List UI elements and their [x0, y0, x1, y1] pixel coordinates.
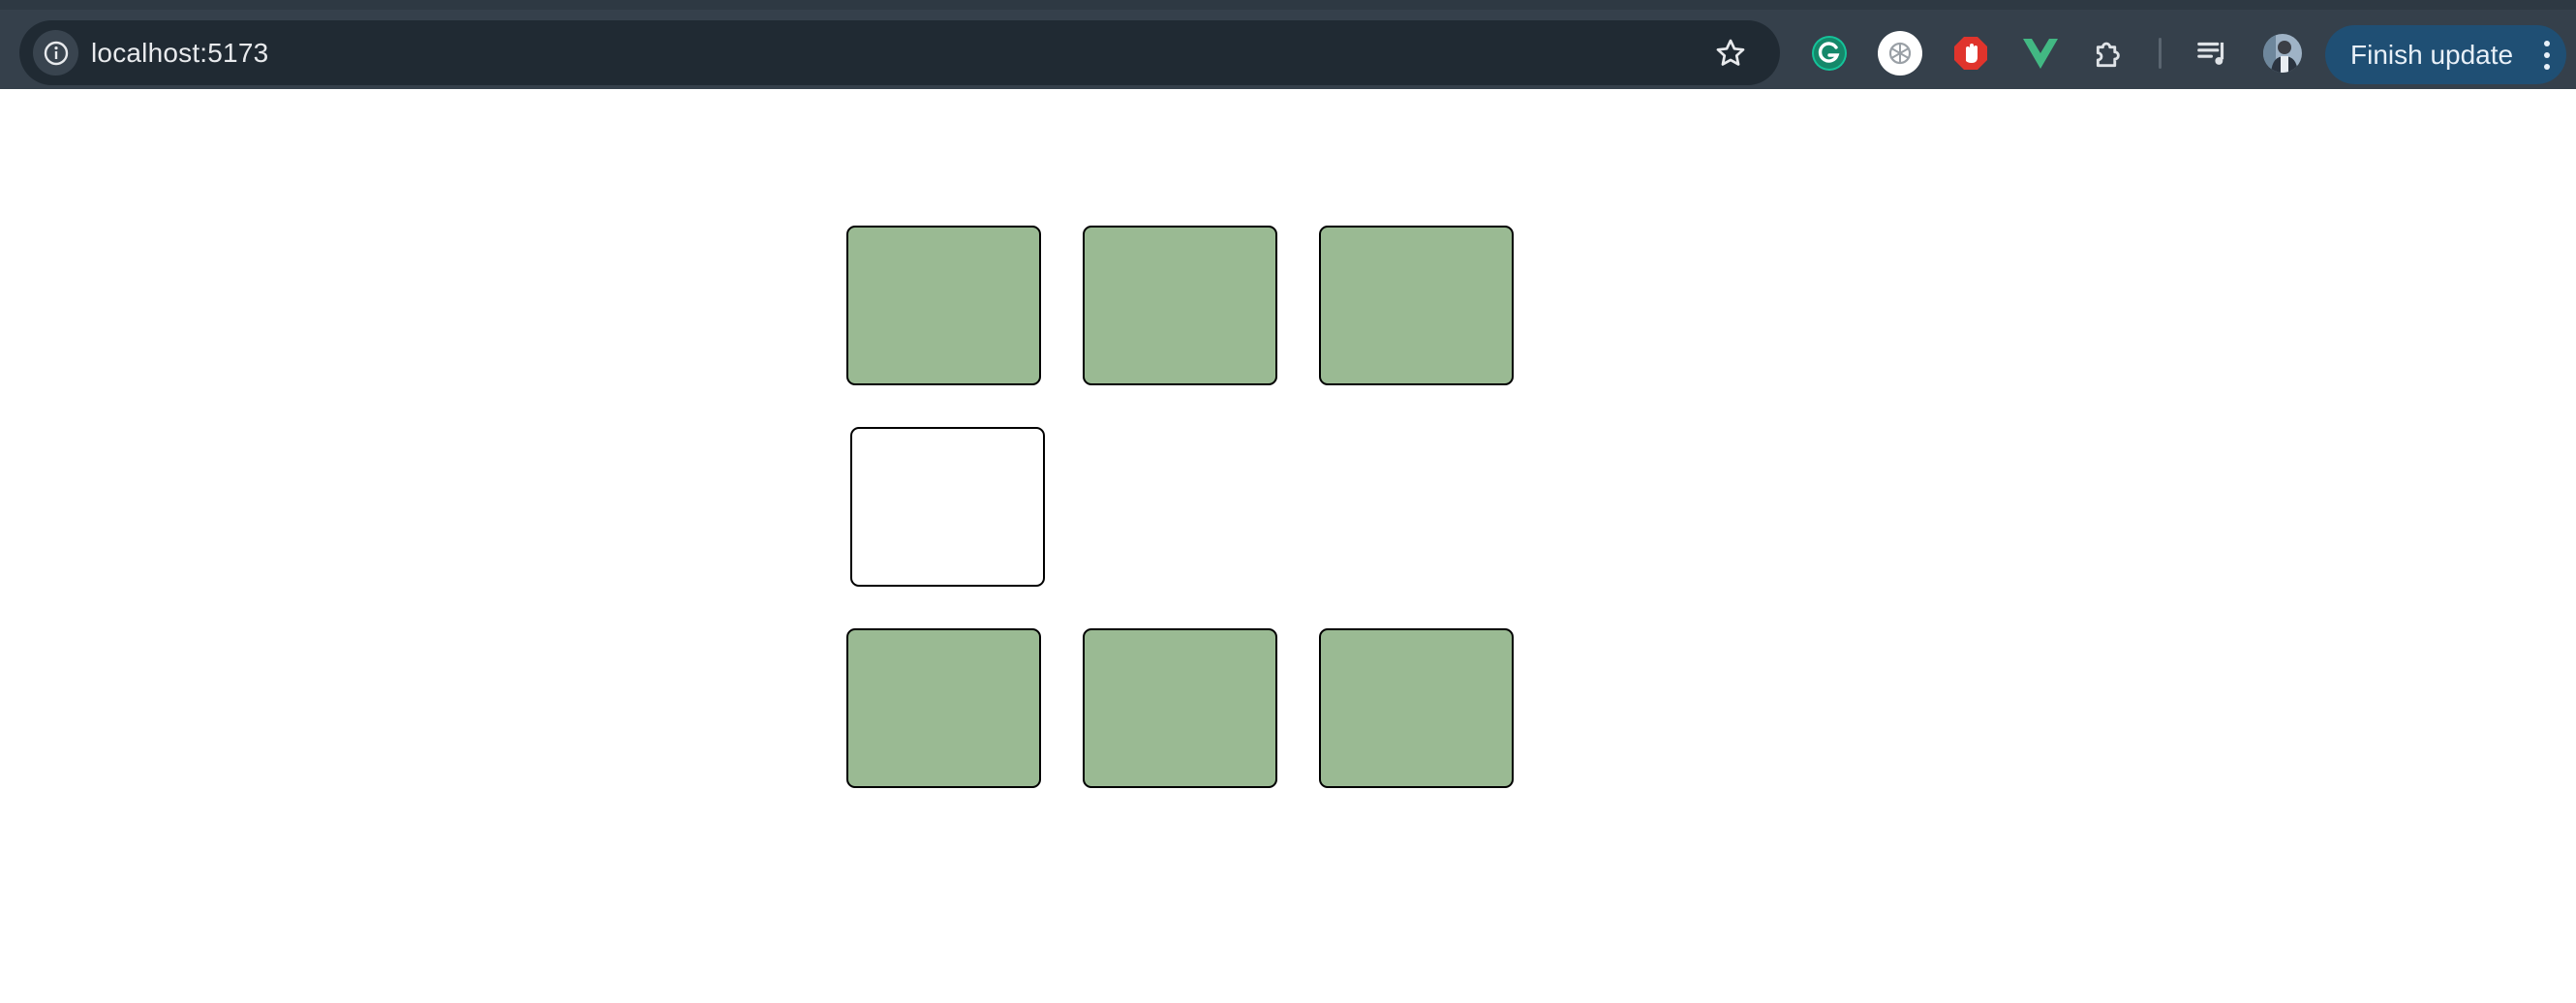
adblock-hand-icon[interactable]: [1948, 31, 1993, 76]
toolbar-divider: [2159, 38, 2162, 69]
info-icon[interactable]: [33, 30, 78, 76]
tile-r3-c3[interactable]: [1319, 628, 1514, 788]
tile-r3-c1[interactable]: [846, 628, 1041, 788]
chatgpt-icon[interactable]: [1878, 31, 1922, 76]
tile-r1-c3[interactable]: [1319, 226, 1514, 385]
reading-list-icon[interactable]: [2191, 31, 2235, 76]
tile-r1-c1[interactable]: [846, 226, 1041, 385]
vue-devtools-icon[interactable]: [2018, 31, 2063, 76]
finish-update-label: Finish update: [2350, 40, 2514, 70]
kebab-menu-icon[interactable]: [2543, 41, 2551, 70]
tile-r2-c1-empty[interactable]: [850, 427, 1045, 587]
puzzle-extensions-icon[interactable]: [2088, 31, 2132, 76]
page-content: [0, 89, 2576, 1003]
grammarly-icon[interactable]: [1807, 31, 1852, 76]
url-text[interactable]: localhost:5173: [91, 20, 268, 85]
tile-r3-c2[interactable]: [1083, 628, 1277, 788]
star-icon[interactable]: [1711, 34, 1750, 73]
finish-update-button[interactable]: Finish update: [2325, 25, 2566, 84]
browser-toolbar: localhost:5173 Finish update: [0, 0, 2576, 89]
tile-r1-c2[interactable]: [1083, 226, 1277, 385]
address-bar[interactable]: localhost:5173: [19, 20, 1780, 85]
avatar[interactable]: [2260, 31, 2305, 76]
